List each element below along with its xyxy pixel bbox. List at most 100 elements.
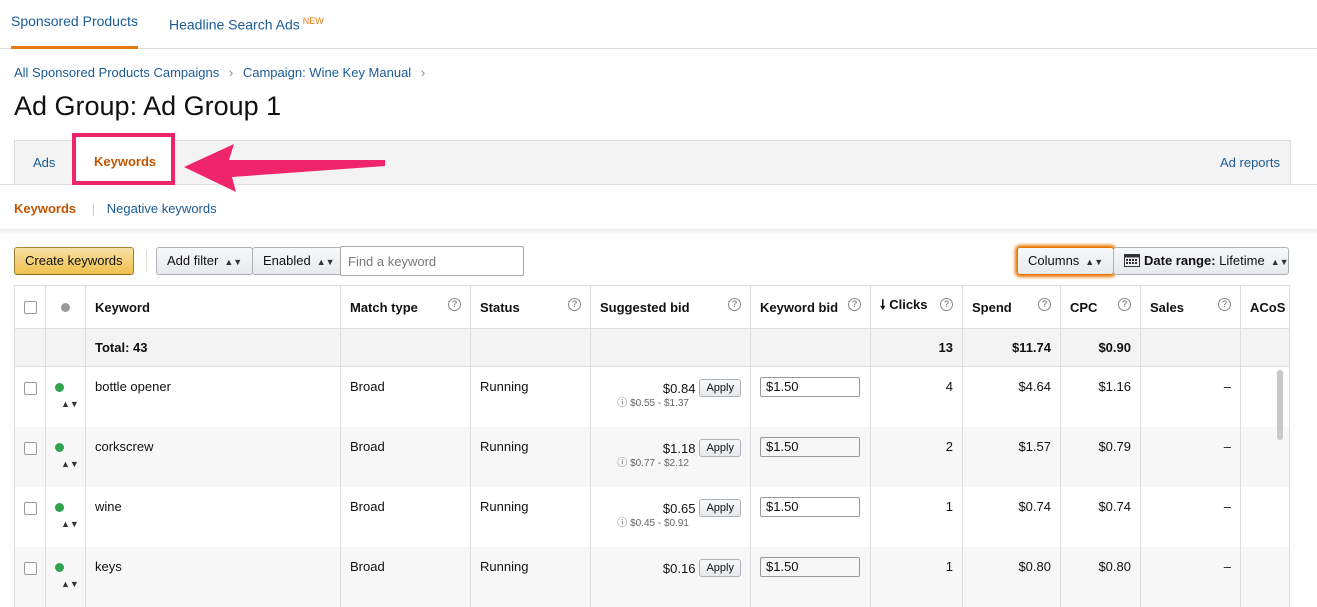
header-suggested-bid[interactable]: Suggested bid? — [590, 285, 751, 329]
state-toggle-icon[interactable]: ▲▼ — [61, 459, 79, 469]
sort-down-arrow-icon: 🠗 — [880, 297, 886, 312]
match-type-cell: Broad — [340, 546, 471, 607]
header-state — [45, 285, 86, 329]
help-icon[interactable]: ? — [568, 298, 581, 311]
tab-divider: | — [91, 201, 96, 216]
header-match-type[interactable]: Match type? — [340, 285, 471, 329]
enabled-filter-dropdown[interactable]: Enabled ▲▼ — [252, 247, 346, 275]
breadcrumb-campaign-link[interactable]: Campaign: Wine Key Manual — [243, 65, 411, 80]
apply-bid-button[interactable]: Apply — [699, 438, 741, 457]
header-label: ACoS — [1250, 299, 1286, 315]
help-icon[interactable]: ? — [940, 298, 953, 311]
sort-caret-icon: ▲▼ — [1085, 257, 1104, 267]
cpc-cell: $0.79 — [1060, 426, 1141, 487]
clicks-cell: 1 — [870, 486, 963, 547]
status-cell: Running — [470, 366, 591, 427]
help-icon[interactable]: ? — [728, 298, 741, 311]
total-row: Total: 43 13 $11.74 $0.90 — [14, 328, 1290, 367]
header-select-all — [14, 285, 46, 329]
status-cell: Running — [470, 486, 591, 547]
total-label: Total: 43 — [85, 328, 341, 367]
highlight-box — [72, 133, 175, 185]
help-icon[interactable]: ? — [1118, 298, 1131, 311]
state-toggle-icon[interactable]: ▲▼ — [61, 579, 79, 589]
columns-label: Columns — [1028, 253, 1080, 268]
keyword-bid-input[interactable]: $1.50 — [760, 436, 860, 457]
total-spend: $11.74 — [962, 328, 1061, 367]
help-icon: ⓘ — [617, 398, 628, 409]
create-keywords-button[interactable]: Create keywords — [14, 247, 134, 275]
state-toggle-icon[interactable]: ▲▼ — [61, 399, 79, 409]
range-text: $0.55 - $1.37 — [630, 398, 689, 409]
row-checkbox[interactable] — [24, 382, 37, 395]
add-filter-button[interactable]: Add filter ▲▼ — [156, 247, 254, 275]
keyword-bid-input[interactable]: $1.50 — [760, 556, 860, 577]
keyword-bid-input[interactable]: $1.50 — [760, 496, 860, 517]
help-icon[interactable]: ? — [448, 298, 461, 311]
clicks-cell: 1 — [870, 546, 963, 607]
columns-button[interactable]: Columns ▲▼ — [1017, 247, 1115, 275]
help-icon[interactable]: ? — [1218, 298, 1231, 311]
ad-reports-link[interactable]: Ad reports — [1220, 141, 1280, 184]
header-label: Suggested bid — [600, 299, 690, 315]
header-clicks[interactable]: 🠗 Clicks? — [870, 285, 963, 329]
enabled-status-dot-icon — [55, 442, 64, 452]
help-icon: ⓘ — [617, 517, 628, 529]
tab-ads[interactable]: Ads — [33, 141, 55, 184]
apply-bid-button[interactable]: Apply — [699, 379, 741, 397]
tab-keywords-sub[interactable]: Keywords — [14, 201, 76, 216]
keyword-bid-input[interactable]: $1.50 — [760, 377, 860, 397]
header-label: CPC — [1070, 299, 1098, 315]
select-all-checkbox[interactable] — [24, 300, 37, 314]
range-text: $0.45 - $0.91 — [630, 517, 689, 529]
help-icon[interactable]: ? — [848, 298, 861, 311]
date-range-value: Lifetime — [1219, 253, 1265, 268]
tab-negative-keywords[interactable]: Negative keywords — [107, 201, 217, 216]
cpc-cell: $0.74 — [1060, 486, 1141, 547]
header-acos[interactable]: ACoS — [1240, 285, 1290, 329]
header-keyword-bid[interactable]: Keyword bid? — [750, 285, 871, 329]
apply-bid-button[interactable]: Apply — [699, 558, 741, 577]
state-toggle-icon[interactable]: ▲▼ — [61, 519, 79, 529]
keyword-cell: keys — [85, 546, 341, 607]
help-icon[interactable]: ? — [1038, 298, 1051, 311]
enabled-status-dot-icon — [55, 562, 64, 572]
toolbar-divider — [146, 250, 147, 272]
cpc-cell: $0.80 — [1060, 546, 1141, 607]
table-row: ▲▼ keys Broad Running $0.16 Apply $1.50 1… — [14, 546, 1290, 607]
sales-cell: – — [1140, 426, 1241, 487]
top-nav: Sponsored Products Headline Search Ads NE… — [0, 0, 1317, 49]
breadcrumb-separator: › — [228, 65, 234, 80]
header-label: Keyword bid — [760, 299, 839, 315]
date-range-label: Date range: — [1144, 253, 1216, 268]
date-range-dropdown[interactable]: Date range: Lifetime ▲▼ — [1113, 247, 1289, 275]
state-dot-icon — [61, 302, 70, 312]
header-keyword[interactable]: Keyword — [85, 285, 341, 329]
suggested-bid-cell: $0.16 Apply — [590, 546, 751, 607]
apply-bid-button[interactable]: Apply — [699, 498, 741, 517]
header-sales[interactable]: Sales? — [1140, 285, 1241, 329]
header-spend[interactable]: Spend? — [962, 285, 1061, 329]
scrollbar[interactable] — [1277, 370, 1283, 440]
keyword-subtabs: Keywords | Negative keywords — [14, 201, 217, 216]
tab-sponsored-products[interactable]: Sponsored Products — [11, 0, 138, 49]
calendar-icon — [1124, 254, 1140, 267]
header-status[interactable]: Status? — [470, 285, 591, 329]
row-checkbox[interactable] — [24, 441, 37, 455]
sort-caret-icon: ▲▼ — [1270, 257, 1289, 267]
sort-caret-icon: ▲▼ — [224, 257, 243, 267]
sales-cell: – — [1140, 366, 1241, 427]
breadcrumb: All Sponsored Products Campaigns › Campa… — [14, 65, 431, 80]
breadcrumb-campaigns-link[interactable]: All Sponsored Products Campaigns — [14, 65, 219, 80]
header-cpc[interactable]: CPC? — [1060, 285, 1141, 329]
total-clicks: 13 — [870, 328, 963, 367]
tab-headline-search-ads[interactable]: Headline Search Ads NEW — [169, 0, 324, 46]
table-row: ▲▼ corkscrew Broad Running $1.18 Apply ⓘ $… — [14, 426, 1290, 487]
row-checkbox[interactable] — [24, 561, 37, 575]
keyword-search-input[interactable] — [340, 246, 524, 276]
status-cell: Running — [470, 426, 591, 487]
enabled-status-dot-icon — [55, 502, 64, 512]
breadcrumb-separator: › — [420, 65, 426, 80]
annotation-arrow — [184, 144, 385, 192]
row-checkbox[interactable] — [24, 501, 37, 515]
